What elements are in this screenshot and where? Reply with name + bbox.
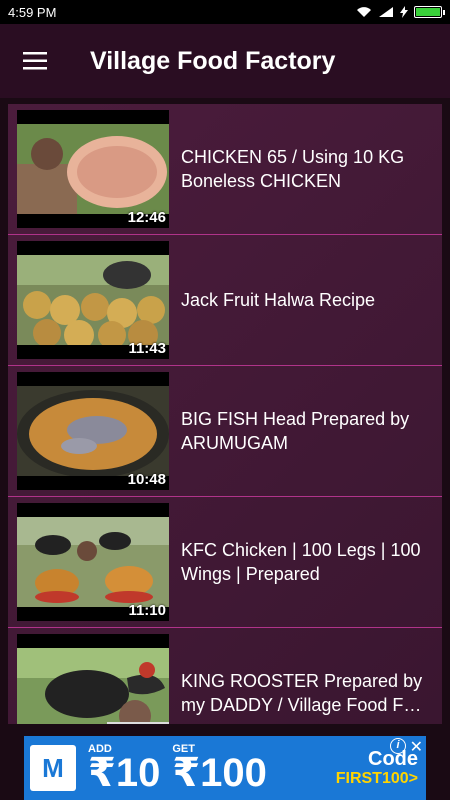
ad-code-label: Code: [368, 748, 418, 771]
hamburger-icon[interactable]: [0, 24, 70, 98]
video-thumbnail[interactable]: [17, 634, 169, 724]
video-item-chicken-65[interactable]: 12:46 CHICKEN 65 / Using 10 KG Boneless …: [8, 104, 442, 235]
status-icons: [356, 6, 445, 18]
ad-code-block: Code FIRST100>: [336, 748, 418, 788]
ad-add-amount: ₹10: [88, 750, 161, 795]
video-thumbnail[interactable]: 10:48: [17, 372, 169, 490]
video-item-jack-fruit[interactable]: 11:43 Jack Fruit Halwa Recipe: [8, 235, 442, 366]
ad-get-block: GET ₹100: [172, 743, 267, 795]
page-title: Village Food Factory: [90, 46, 336, 75]
video-item-big-fish[interactable]: 10:48 BIG FISH Head Prepared by ARUMUGAM: [8, 366, 442, 497]
video-duration: 12:46: [127, 209, 166, 226]
video-title: KING ROOSTER Prepared by my DADDY / Vill…: [181, 671, 423, 715]
video-item-king-rooster[interactable]: KING ROOSTER Prepared by my DADDY / Vill…: [8, 628, 442, 724]
video-thumbnail[interactable]: 11:10: [17, 503, 169, 621]
ad-add-block: ADD ₹10: [88, 743, 161, 795]
video-list[interactable]: 12:46 CHICKEN 65 / Using 10 KG Boneless …: [8, 104, 442, 724]
video-title: CHICKEN 65 / Using 10 KG Boneless CHICKE…: [181, 147, 405, 191]
video-duration: 11:43: [128, 340, 166, 357]
ad-banner[interactable]: M ADD ₹10 GET ₹100 Code FIRST100> i ✕: [24, 736, 426, 800]
info-icon[interactable]: i: [390, 738, 406, 754]
video-thumbnail[interactable]: 12:46: [17, 110, 169, 228]
status-time: 4:59 PM: [8, 4, 57, 20]
close-icon[interactable]: ✕: [410, 737, 423, 757]
status-bar: 4:59 PM: [0, 0, 450, 24]
thumbnail-image: [17, 648, 169, 724]
wifi-icon: [357, 7, 371, 17]
ad-code-value: FIRST100>: [335, 770, 418, 788]
thumbnail-image: [17, 386, 169, 476]
ad-logo: M: [30, 745, 76, 791]
battery-level: [416, 8, 440, 16]
ad-get-amount: ₹100: [172, 750, 267, 795]
app-bar: Village Food Factory: [0, 24, 450, 98]
video-title: Jack Fruit Halwa Recipe: [181, 290, 376, 310]
video-title: BIG FISH Head Prepared by ARUMUGAM: [181, 409, 410, 453]
signal-icon: [379, 7, 393, 17]
charging-icon: [400, 6, 408, 18]
thumbnail-image: [17, 124, 169, 214]
video-duration: 11:10: [128, 602, 166, 619]
video-item-kfc-chicken[interactable]: 11:10 KFC Chicken | 100 Legs | 100 Wings…: [8, 497, 442, 628]
thumbnail-image: [17, 517, 169, 607]
battery-icon: [414, 6, 445, 18]
video-duration: 10:48: [127, 471, 166, 488]
video-thumbnail[interactable]: 11:43: [17, 241, 169, 359]
video-title: KFC Chicken | 100 Legs | 100 Wings | Pre…: [181, 540, 421, 584]
thumbnail-image: [17, 255, 169, 345]
